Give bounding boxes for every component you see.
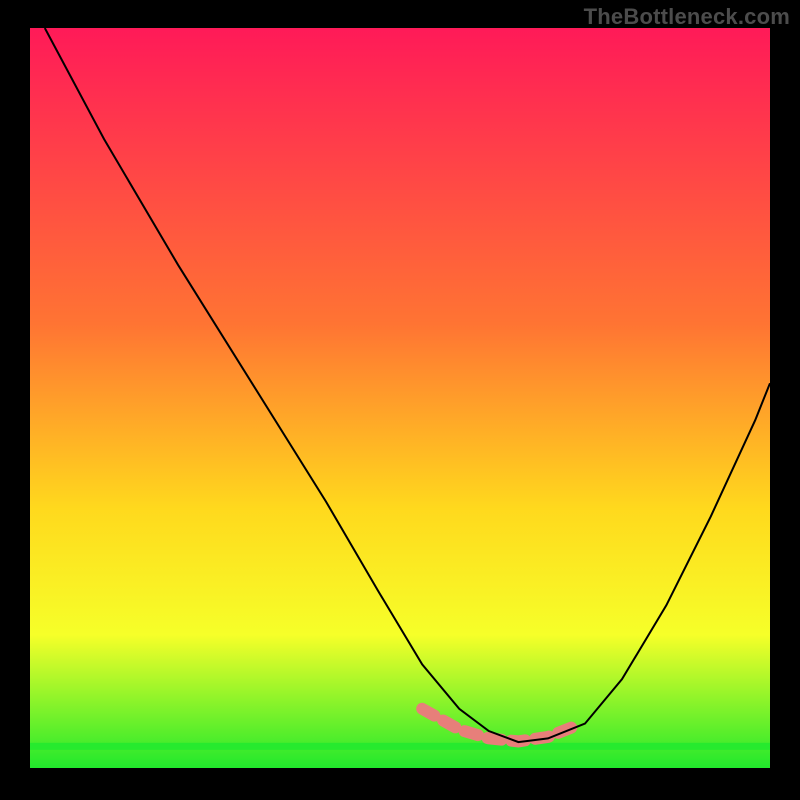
bottleneck-chart-svg [30,28,770,768]
plot-area [30,28,770,768]
green-valley-band [30,743,770,750]
gradient-background [30,28,770,768]
chart-frame: TheBottleneck.com [0,0,800,800]
watermark-text: TheBottleneck.com [584,4,790,30]
